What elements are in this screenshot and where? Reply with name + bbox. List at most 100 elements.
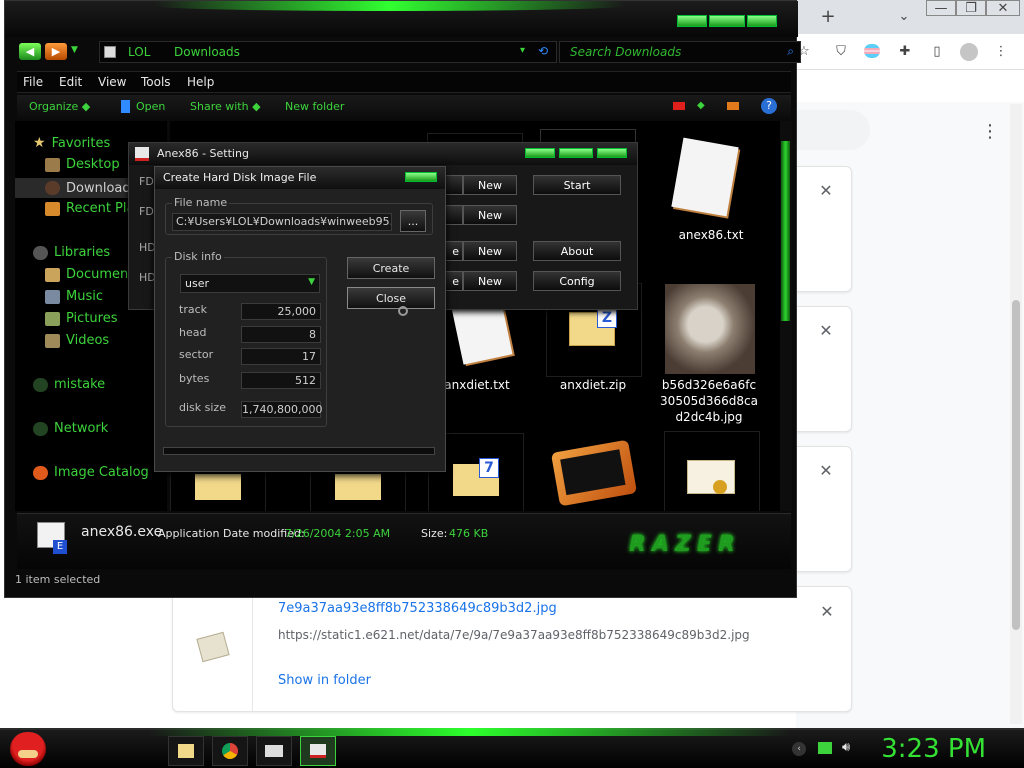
extension-flag-icon[interactable] <box>864 44 880 58</box>
maximize-button[interactable]: ❐ <box>956 0 986 16</box>
view-chevron-icon[interactable]: ◆ <box>697 100 705 111</box>
minimize-button[interactable] <box>677 15 707 27</box>
menu-help[interactable]: Help <box>187 75 214 89</box>
anex86-title-bar[interactable]: Anex86 - Setting <box>129 143 637 165</box>
config-button[interactable]: Config <box>533 271 621 291</box>
file-path-input[interactable]: C:¥Users¥LOL¥Downloads¥winweeb95.hdi <box>172 213 392 231</box>
close-icon[interactable]: ✕ <box>817 601 837 621</box>
history-chevron-icon[interactable]: ▼ <box>71 45 78 55</box>
close-icon[interactable]: ✕ <box>816 320 836 340</box>
close-icon[interactable]: ✕ <box>816 460 836 480</box>
nav-videos[interactable]: Videos <box>45 333 109 348</box>
back-arrow-icon[interactable]: ◀ <box>19 43 41 60</box>
close-button[interactable] <box>405 172 437 182</box>
close-button[interactable] <box>747 15 777 27</box>
side-panel-icon[interactable]: ▯ <box>928 42 946 60</box>
breadcrumb-downloads[interactable]: Downloads <box>174 45 240 59</box>
folder-icon <box>335 474 381 500</box>
disk-preset-select[interactable]: user ▼ <box>180 274 320 293</box>
menu-tools[interactable]: Tools <box>141 75 171 89</box>
file-tile[interactable] <box>546 433 642 511</box>
taskbar-chrome[interactable] <box>212 736 248 766</box>
exe-badge-icon: E <box>53 540 67 554</box>
network-tray-icon[interactable] <box>818 742 832 754</box>
nav-desktop[interactable]: Desktop <box>45 157 120 172</box>
profile-avatar-icon[interactable] <box>960 43 978 61</box>
nav-image-catalog[interactable]: Image Catalog <box>33 465 149 480</box>
command-bar: Organize ◆ Open Share with ◆ New folder … <box>17 95 791 119</box>
share-with-button[interactable]: Share with ◆ <box>190 100 261 113</box>
network-icon <box>33 421 48 436</box>
address-dropdown-icon[interactable]: ▾ <box>520 45 525 56</box>
ublock-icon[interactable]: ⛉ <box>832 42 850 60</box>
text-document-icon <box>671 137 739 217</box>
fd1-new-button[interactable]: New <box>463 175 517 195</box>
show-in-folder-link[interactable]: Show in folder <box>278 673 371 688</box>
file-tile-jpg[interactable] <box>664 283 760 375</box>
organize-button[interactable]: Organize ◆ <box>29 100 90 113</box>
taskbar-explorer[interactable] <box>168 736 204 766</box>
minimize-button[interactable]: — <box>926 0 956 16</box>
about-button[interactable]: About <box>533 241 621 261</box>
file-scrollbar-thumb[interactable] <box>781 141 790 321</box>
nav-mistake[interactable]: mistake <box>33 377 105 392</box>
address-bar[interactable]: LOL Downloads ▾ ⟲ <box>99 41 557 63</box>
menu-view[interactable]: View <box>98 75 126 89</box>
tray-chevron-icon[interactable]: ‹ <box>792 742 806 756</box>
documents-icon <box>45 267 60 282</box>
taskbar-anex86-exe[interactable] <box>256 736 292 766</box>
nav-music[interactable]: Music <box>45 289 103 304</box>
new-folder-button[interactable]: New folder <box>285 100 344 113</box>
nav-network[interactable]: Network <box>33 421 108 436</box>
new-tab-button[interactable]: + <box>818 6 838 27</box>
refresh-icon[interactable]: ⟲ <box>538 44 548 58</box>
browse-button[interactable]: ... <box>400 210 426 232</box>
download-file-name[interactable]: 7e9a37aa93e8ff8b752338649c89b3d2.jpg <box>278 601 557 616</box>
close-window-button[interactable]: ✕ <box>986 0 1020 16</box>
nav-favorites[interactable]: ★ Favorites <box>33 135 110 151</box>
close-button[interactable] <box>597 148 627 158</box>
start-button[interactable]: Start <box>533 175 621 195</box>
taskbar-anex86-active[interactable] <box>300 736 336 766</box>
hd2-new-button[interactable]: New <box>463 271 517 291</box>
close-button[interactable]: Close <box>347 287 435 309</box>
help-icon[interactable]: ? <box>761 98 777 114</box>
volume-icon[interactable]: 🔊︎ <box>842 740 850 755</box>
chevron-down-icon[interactable]: ⌄ <box>894 6 914 26</box>
hd1-new-button[interactable]: New <box>463 241 517 261</box>
breadcrumb-lol[interactable]: LOL <box>128 45 150 59</box>
downloads-more-icon[interactable]: ⋮ <box>980 120 1000 142</box>
head-field[interactable]: 8 <box>241 326 321 343</box>
maximize-button[interactable] <box>559 148 593 158</box>
chrome-menu-icon[interactable]: ⋮ <box>992 42 1010 60</box>
menu-file[interactable]: File <box>23 75 43 89</box>
chevron-down-icon[interactable]: ▼ <box>308 277 315 287</box>
hdi-title-bar[interactable]: Create Hard Disk Image File <box>155 167 445 189</box>
close-icon[interactable]: ✕ <box>816 180 836 200</box>
maximize-button[interactable] <box>709 15 745 27</box>
fd2-new-button[interactable]: New <box>463 205 517 225</box>
bytes-field[interactable]: 512 <box>241 372 321 389</box>
nav-libraries[interactable]: Libraries <box>33 245 110 260</box>
open-button[interactable]: Open <box>136 100 165 113</box>
nav-pictures[interactable]: Pictures <box>45 311 117 326</box>
file-tile-anex86-txt[interactable] <box>658 129 754 231</box>
track-field[interactable]: 25,000 <box>241 303 321 320</box>
clock[interactable]: 3:23 PM <box>881 734 986 764</box>
nav-documents[interactable]: Documents <box>45 267 140 282</box>
page-scrollbar-thumb[interactable] <box>1012 300 1020 630</box>
search-icon[interactable]: ⌕ <box>787 44 794 59</box>
file-tile[interactable] <box>664 431 760 511</box>
sector-field[interactable]: 17 <box>241 348 321 365</box>
preview-pane-icon[interactable] <box>727 102 739 110</box>
downloads-search-field[interactable] <box>796 110 870 150</box>
create-button[interactable]: Create <box>347 257 435 279</box>
minimize-button[interactable] <box>525 148 555 158</box>
extensions-puzzle-icon[interactable]: ✚ <box>896 42 914 60</box>
downloads-icon <box>45 181 60 195</box>
search-input[interactable]: Search Downloads ⌕ <box>559 41 801 63</box>
start-button[interactable] <box>10 732 46 766</box>
forward-arrow-icon[interactable]: ▶ <box>45 43 67 60</box>
menu-edit[interactable]: Edit <box>59 75 82 89</box>
view-options-icon[interactable] <box>673 102 685 110</box>
